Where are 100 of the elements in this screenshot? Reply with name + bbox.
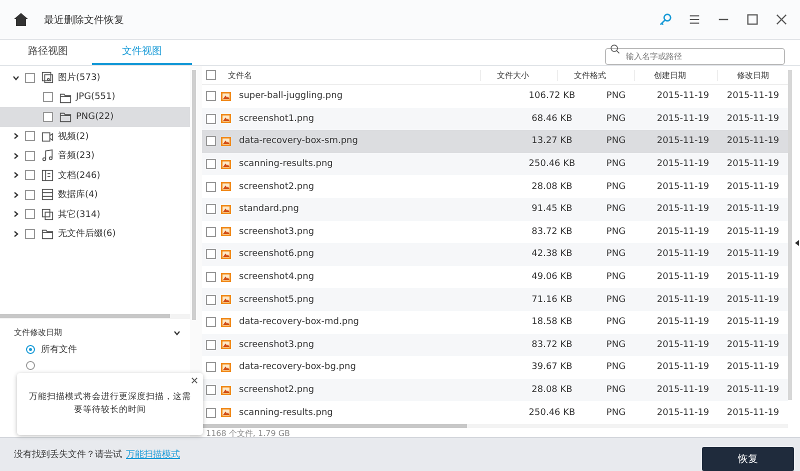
checkbox[interactable] [25,209,35,220]
tree-item[interactable]: JPG(551) [0,88,190,107]
collapse-arrow-icon[interactable] [795,240,799,246]
menu-icon[interactable] [688,13,701,26]
table-cell-text: 39.67 KB [530,362,574,372]
table-cell-text: 2015-11-19 [726,362,780,372]
checkbox[interactable] [43,92,53,102]
image-file-icon [221,340,231,350]
scrollbar-thumb[interactable] [788,70,792,400]
tree-item[interactable]: PNG(22) [0,107,190,126]
checkbox[interactable] [206,114,216,124]
table-row[interactable]: screenshot2.png 28.08 KB PNG 2015-11-19 2015-11-19 [202,175,788,198]
table-cell-text: 2015-11-19 [726,340,780,350]
checkbox[interactable] [206,362,216,372]
tree-item[interactable]: 图片(573) [0,68,190,88]
table-row[interactable]: scanning-results.png 250.46 KB PNG 2015-11-19 2015-11-19 [202,401,788,424]
table-icon [41,188,54,202]
caret-icon[interactable] [13,211,19,218]
checkbox[interactable] [25,228,35,239]
checkbox[interactable] [206,340,216,350]
radio-button[interactable] [26,361,35,370]
checkbox[interactable] [206,294,216,305]
table-row[interactable]: screenshot3.png 83.72 KB PNG 2015-11-19 2015-11-19 [202,220,788,244]
table-row[interactable]: scanning-results.png 250.46 KB PNG 2015-11-19 2015-11-19 [202,152,788,176]
table-row[interactable]: screenshot2.png 28.08 KB PNG 2015-11-19 2015-11-19 [202,378,788,402]
checkbox[interactable] [206,226,216,237]
chevron-icon[interactable] [174,330,180,336]
checkbox[interactable] [25,190,35,200]
caret-icon[interactable] [13,74,19,81]
checkbox[interactable] [206,70,216,80]
caret-icon[interactable] [13,172,19,178]
tree-item[interactable]: 视频(2) [0,126,190,146]
checkbox[interactable] [25,170,35,180]
table-row[interactable]: super-ball-juggling.png 106.72 KB PNG 2015-11-19 2015-11-19 [202,85,788,108]
table-cell-text: 2015-11-19 [656,272,710,282]
checkbox[interactable] [25,131,35,142]
table-cell-text: PNG [605,204,627,214]
tree-item[interactable]: 无文件后缀(6) [0,224,190,244]
checkbox[interactable] [206,204,216,214]
image-file-icon [221,160,231,169]
checkbox[interactable] [206,91,216,102]
table-cell-text: 2015-11-19 [656,249,710,260]
checkbox[interactable] [206,317,216,328]
recover-button[interactable]: 恢复 [702,446,794,470]
tree-item[interactable]: 其它(314) [0,204,190,224]
checkbox[interactable] [206,249,216,260]
checkbox[interactable] [206,159,216,170]
search-field[interactable]: 输入名字或路径 [605,48,785,65]
table-cell-text: 2015-11-19 [726,385,780,396]
table-row[interactable]: data-recovery-box-bg.png 39.67 KB PNG 2015-11-19 2015-11-19 [202,356,788,379]
image-file-icon [221,295,231,304]
tree-item[interactable]: 数据库(4) [0,185,190,204]
filter-title: 文件修改日期 [14,327,62,338]
checkbox[interactable] [206,136,216,146]
caret-icon[interactable] [13,230,19,237]
radio-button[interactable] [26,345,35,354]
hint-text: 没有找到丢失文件？请尝试 [14,448,122,461]
column-header[interactable]: 文件格式 [557,70,622,80]
key-icon[interactable] [659,13,672,26]
tree-item[interactable]: 音频(23) [0,146,190,166]
table-cell-text: 83.72 KB [530,340,574,350]
table-row[interactable]: data-recovery-box-md.png 18.58 KB PNG 2015-11-19 2015-11-19 [202,310,788,334]
checkbox[interactable] [25,150,35,161]
table-cell-text: screenshot4.png [239,272,316,282]
image-file-icon [221,182,231,192]
table-row[interactable]: screenshot5.png 71.16 KB PNG 2015-11-19 2015-11-19 [202,288,788,311]
checkbox[interactable] [25,72,35,83]
column-header[interactable]: 文件大小 [480,70,545,80]
caret-icon[interactable] [13,133,19,140]
checkbox[interactable] [206,182,216,192]
checkbox[interactable] [206,385,216,396]
table-cell-text: 13.27 KB [530,136,574,146]
tree-item[interactable]: 文档(246) [0,166,190,185]
tab[interactable]: 路径视图 [12,40,92,65]
column-header[interactable]: 创建日期 [634,70,705,80]
table-row[interactable]: screenshot3.png 83.72 KB PNG 2015-11-19 2015-11-19 [202,334,788,356]
search-icon [610,44,620,54]
checkbox[interactable] [43,112,53,122]
column-header[interactable]: 文件名 [228,70,468,80]
scrollbar-thumb[interactable] [202,424,467,428]
table-cell-text: 2015-11-19 [726,317,780,328]
close-icon[interactable] [775,13,788,26]
caret-icon[interactable] [13,192,19,198]
table-cell-text: 2015-11-19 [726,159,780,170]
close-icon[interactable] [191,377,198,384]
radio-label: 所有文件 [41,344,77,356]
image-file-icon [221,227,231,236]
table-row[interactable]: screenshot1.png 68.46 KB PNG 2015-11-19 2015-11-19 [202,108,788,130]
table-row[interactable]: standard.png 91.45 KB PNG 2015-11-19 2015-11-19 [202,198,788,221]
table-row[interactable]: screenshot6.png 42.38 KB PNG 2015-11-19 2015-11-19 [202,243,788,266]
checkbox[interactable] [206,272,216,282]
scrollbar-thumb[interactable] [0,314,170,318]
scrollbar-thumb[interactable] [192,70,196,320]
checkbox[interactable] [206,408,216,418]
home-icon[interactable] [14,13,28,26]
table-row[interactable]: screenshot4.png 49.06 KB PNG 2015-11-19 2015-11-19 [202,266,788,288]
table-row[interactable]: data-recovery-box-sm.png 13.27 KB PNG 2015-11-19 2015-11-19 [202,130,788,153]
caret-icon[interactable] [13,152,19,159]
maximize-icon[interactable] [746,13,759,26]
table-cell-text: PNG [605,272,627,282]
